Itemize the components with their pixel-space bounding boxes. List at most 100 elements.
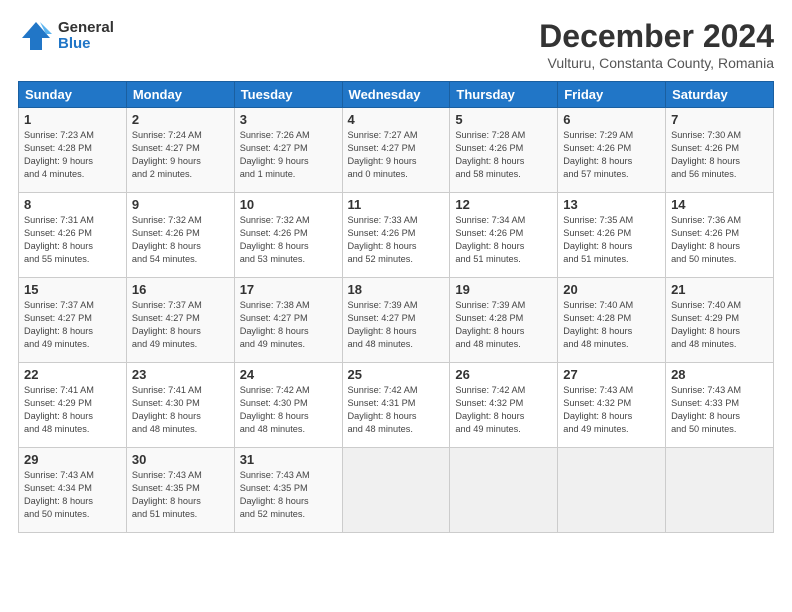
day-info: Sunrise: 7:42 AM Sunset: 4:32 PM Dayligh… <box>455 385 525 434</box>
day-info: Sunrise: 7:40 AM Sunset: 4:28 PM Dayligh… <box>563 300 633 349</box>
table-row: 4Sunrise: 7:27 AM Sunset: 4:27 PM Daylig… <box>342 108 450 193</box>
day-number: 22 <box>24 367 121 382</box>
table-row: 25Sunrise: 7:42 AM Sunset: 4:31 PM Dayli… <box>342 363 450 448</box>
table-row: 16 Sunrise: 7:37 AM Sunset: 4:27 PM Dayli… <box>126 278 234 363</box>
table-row <box>342 448 450 533</box>
day-number: 25 <box>348 367 445 382</box>
day-info: Sunrise: 7:43 AM Sunset: 4:33 PM Dayligh… <box>671 385 741 434</box>
day-number: 27 <box>563 367 660 382</box>
table-row: 24Sunrise: 7:42 AM Sunset: 4:30 PM Dayli… <box>234 363 342 448</box>
table-row: 9 Sunrise: 7:32 AM Sunset: 4:26 PM Daylig… <box>126 193 234 278</box>
day-number: 16 <box>132 282 229 297</box>
calendar-week-3: 15Sunrise: 7:37 AM Sunset: 4:27 PM Dayli… <box>19 278 774 363</box>
table-row: 11Sunrise: 7:33 AM Sunset: 4:26 PM Dayli… <box>342 193 450 278</box>
calendar-week-4: 22 Sunrise: 7:41 AM Sunset: 4:29 PM Dayli… <box>19 363 774 448</box>
table-row: 10 Sunrise: 7:32 AM Sunset: 4:26 PM Dayli… <box>234 193 342 278</box>
day-info: Sunrise: 7:43 AM Sunset: 4:32 PM Dayligh… <box>563 385 633 434</box>
day-number: 17 <box>240 282 337 297</box>
day-number: 26 <box>455 367 552 382</box>
day-info: Sunrise: 7:41 AM Sunset: 4:30 PM Dayligh… <box>132 385 202 434</box>
table-row: 5Sunrise: 7:28 AM Sunset: 4:26 PM Daylig… <box>450 108 558 193</box>
day-number: 13 <box>563 197 660 212</box>
weekday-header-row: SundayMondayTuesdayWednesdayThursdayFrid… <box>19 82 774 108</box>
day-info: Sunrise: 7:42 AM Sunset: 4:30 PM Dayligh… <box>240 385 310 434</box>
calendar-week-1: 1 Sunrise: 7:23 AM Sunset: 4:28 PM Daylig… <box>19 108 774 193</box>
day-number: 9 <box>132 197 229 212</box>
table-row: 13 Sunrise: 7:35 AM Sunset: 4:26 PM Dayli… <box>558 193 666 278</box>
day-info: Sunrise: 7:38 AM Sunset: 4:27 PM Dayligh… <box>240 300 310 349</box>
day-number: 29 <box>24 452 121 467</box>
table-row <box>558 448 666 533</box>
day-number: 4 <box>348 112 445 127</box>
day-info: Sunrise: 7:37 AM Sunset: 4:27 PM Dayligh… <box>24 300 94 349</box>
table-row: 2Sunrise: 7:24 AM Sunset: 4:27 PM Daylig… <box>126 108 234 193</box>
weekday-monday: Monday <box>126 82 234 108</box>
day-info: Sunrise: 7:32 AM Sunset: 4:26 PM Dayligh… <box>132 215 202 264</box>
table-row: 27 Sunrise: 7:43 AM Sunset: 4:32 PM Dayli… <box>558 363 666 448</box>
calendar-body: 1 Sunrise: 7:23 AM Sunset: 4:28 PM Daylig… <box>19 108 774 533</box>
calendar-week-5: 29Sunrise: 7:43 AM Sunset: 4:34 PM Dayli… <box>19 448 774 533</box>
day-info: Sunrise: 7:36 AM Sunset: 4:26 PM Dayligh… <box>671 215 741 264</box>
day-number: 20 <box>563 282 660 297</box>
day-number: 8 <box>24 197 121 212</box>
day-number: 10 <box>240 197 337 212</box>
table-row: 15Sunrise: 7:37 AM Sunset: 4:27 PM Dayli… <box>19 278 127 363</box>
weekday-thursday: Thursday <box>450 82 558 108</box>
table-row: 22 Sunrise: 7:41 AM Sunset: 4:29 PM Dayli… <box>19 363 127 448</box>
day-info: Sunrise: 7:39 AM Sunset: 4:28 PM Dayligh… <box>455 300 525 349</box>
table-row: 18Sunrise: 7:39 AM Sunset: 4:27 PM Dayli… <box>342 278 450 363</box>
table-row: 19 Sunrise: 7:39 AM Sunset: 4:28 PM Dayli… <box>450 278 558 363</box>
day-number: 14 <box>671 197 768 212</box>
day-number: 5 <box>455 112 552 127</box>
day-info: Sunrise: 7:26 AM Sunset: 4:27 PM Dayligh… <box>240 130 310 179</box>
day-number: 2 <box>132 112 229 127</box>
day-info: Sunrise: 7:33 AM Sunset: 4:26 PM Dayligh… <box>348 215 418 264</box>
table-row: 1 Sunrise: 7:23 AM Sunset: 4:28 PM Daylig… <box>19 108 127 193</box>
day-info: Sunrise: 7:30 AM Sunset: 4:26 PM Dayligh… <box>671 130 741 179</box>
day-info: Sunrise: 7:23 AM Sunset: 4:28 PM Dayligh… <box>24 130 94 179</box>
logo-text: General Blue <box>58 20 114 53</box>
table-row: 8 Sunrise: 7:31 AM Sunset: 4:26 PM Daylig… <box>19 193 127 278</box>
table-row: 23Sunrise: 7:41 AM Sunset: 4:30 PM Dayli… <box>126 363 234 448</box>
month-title: December 2024 <box>539 18 774 55</box>
logo-blue-text: Blue <box>58 36 114 53</box>
day-info: Sunrise: 7:29 AM Sunset: 4:26 PM Dayligh… <box>563 130 633 179</box>
table-row: 7Sunrise: 7:30 AM Sunset: 4:26 PM Daylig… <box>666 108 774 193</box>
day-info: Sunrise: 7:35 AM Sunset: 4:26 PM Dayligh… <box>563 215 633 264</box>
day-number: 21 <box>671 282 768 297</box>
logo-icon <box>18 18 54 54</box>
day-number: 6 <box>563 112 660 127</box>
table-row: 20 Sunrise: 7:40 AM Sunset: 4:28 PM Dayli… <box>558 278 666 363</box>
weekday-friday: Friday <box>558 82 666 108</box>
weekday-wednesday: Wednesday <box>342 82 450 108</box>
day-number: 3 <box>240 112 337 127</box>
table-row: 3 Sunrise: 7:26 AM Sunset: 4:27 PM Daylig… <box>234 108 342 193</box>
table-row: 12Sunrise: 7:34 AM Sunset: 4:26 PM Dayli… <box>450 193 558 278</box>
table-row: 21 Sunrise: 7:40 AM Sunset: 4:29 PM Dayli… <box>666 278 774 363</box>
table-row: 29Sunrise: 7:43 AM Sunset: 4:34 PM Dayli… <box>19 448 127 533</box>
table-row: 6 Sunrise: 7:29 AM Sunset: 4:26 PM Daylig… <box>558 108 666 193</box>
day-number: 19 <box>455 282 552 297</box>
day-info: Sunrise: 7:32 AM Sunset: 4:26 PM Dayligh… <box>240 215 310 264</box>
location-subtitle: Vulturu, Constanta County, Romania <box>539 55 774 71</box>
table-row: 28Sunrise: 7:43 AM Sunset: 4:33 PM Dayli… <box>666 363 774 448</box>
table-row: 17 Sunrise: 7:38 AM Sunset: 4:27 PM Dayli… <box>234 278 342 363</box>
table-row: 26 Sunrise: 7:42 AM Sunset: 4:32 PM Dayli… <box>450 363 558 448</box>
calendar-table: SundayMondayTuesdayWednesdayThursdayFrid… <box>18 81 774 533</box>
page-header: General Blue December 2024 Vulturu, Cons… <box>18 18 774 71</box>
day-number: 30 <box>132 452 229 467</box>
weekday-sunday: Sunday <box>19 82 127 108</box>
day-info: Sunrise: 7:31 AM Sunset: 4:26 PM Dayligh… <box>24 215 94 264</box>
day-info: Sunrise: 7:43 AM Sunset: 4:35 PM Dayligh… <box>132 470 202 519</box>
day-info: Sunrise: 7:41 AM Sunset: 4:29 PM Dayligh… <box>24 385 94 434</box>
day-number: 31 <box>240 452 337 467</box>
day-info: Sunrise: 7:34 AM Sunset: 4:26 PM Dayligh… <box>455 215 525 264</box>
weekday-tuesday: Tuesday <box>234 82 342 108</box>
day-info: Sunrise: 7:43 AM Sunset: 4:35 PM Dayligh… <box>240 470 310 519</box>
day-info: Sunrise: 7:37 AM Sunset: 4:27 PM Dayligh… <box>132 300 202 349</box>
logo: General Blue <box>18 18 114 54</box>
day-info: Sunrise: 7:40 AM Sunset: 4:29 PM Dayligh… <box>671 300 741 349</box>
table-row <box>450 448 558 533</box>
day-number: 1 <box>24 112 121 127</box>
day-number: 18 <box>348 282 445 297</box>
